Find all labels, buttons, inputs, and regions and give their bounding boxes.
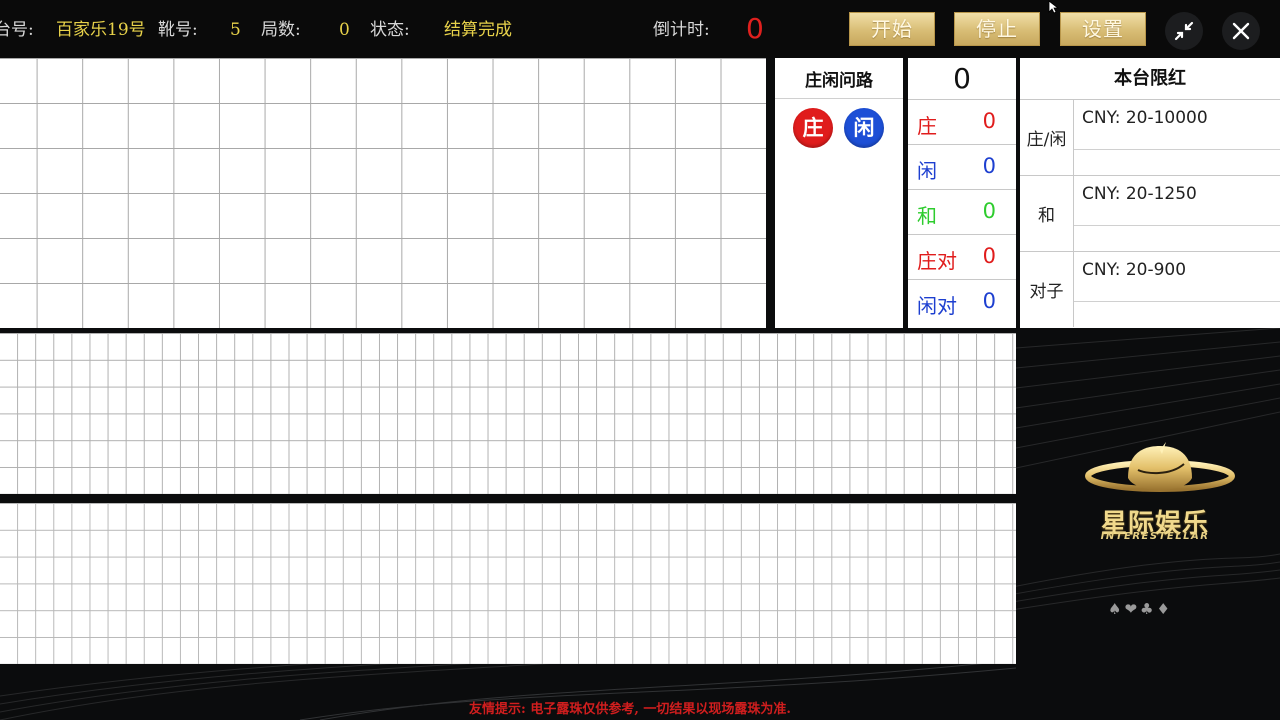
- stat-value: 0: [982, 154, 996, 178]
- collapse-button[interactable]: [1165, 12, 1203, 50]
- divider: [1074, 149, 1280, 150]
- limit-name: 庄/闲: [1020, 100, 1074, 175]
- status-label: 状态:: [370, 20, 410, 40]
- table-limits-title: 本台限红: [1020, 58, 1280, 100]
- shoe-value: 5: [230, 20, 241, 40]
- stat-row-player: 闲 0: [908, 145, 1016, 190]
- stat-value: 0: [982, 199, 996, 223]
- stat-row-player-pair: 闲对 0: [908, 280, 1016, 325]
- start-button[interactable]: 开始: [849, 12, 935, 46]
- ask-road-title: 庄闲问路: [805, 71, 873, 91]
- table-label: 台号:: [0, 20, 34, 40]
- stat-label: 庄对: [917, 249, 957, 273]
- stat-row-banker-pair: 庄对 0: [908, 235, 1016, 280]
- divider: [1074, 301, 1280, 302]
- big-road-grid: [0, 333, 1016, 494]
- derived-road-grid: [0, 503, 1016, 664]
- round-label: 局数:: [261, 20, 301, 40]
- ask-player-button[interactable]: 闲: [844, 108, 884, 148]
- stat-row-tie: 和 0: [908, 190, 1016, 235]
- ask-banker-button[interactable]: 庄: [793, 108, 833, 148]
- divider: [775, 98, 903, 99]
- stats-panel: 0 庄 0 闲 0 和 0 庄对 0 闲对 0: [908, 58, 1016, 328]
- limit-value: CNY: 20-900: [1082, 260, 1187, 280]
- countdown-label: 倒计时:: [653, 20, 710, 40]
- bead-road-grid: [0, 58, 766, 328]
- limit-row-pair: 对子 CNY: 20-900: [1020, 252, 1280, 328]
- footer-tip: 友情提示: 电子露珠仅供参考, 一切结果以现场露珠为准.: [469, 702, 791, 717]
- limit-value: CNY: 20-1250: [1082, 184, 1197, 204]
- round-value: 0: [339, 20, 350, 40]
- stop-button[interactable]: 停止: [954, 12, 1040, 46]
- settings-button[interactable]: 设置: [1060, 12, 1146, 46]
- card-suits-icon: ♠❤♣♦: [1108, 600, 1173, 618]
- stat-value: 0: [982, 244, 996, 268]
- top-bar: 台号: 百家乐19号 靴号: 5 局数: 0 状态: 结算完成 倒计时: 0 开…: [0, 0, 1280, 58]
- close-button[interactable]: [1222, 12, 1260, 50]
- limit-value: CNY: 20-10000: [1082, 108, 1208, 128]
- divider: [1074, 225, 1280, 226]
- stat-label: 闲对: [917, 294, 957, 318]
- mouse-cursor-icon: [1048, 0, 1060, 14]
- stat-value: 0: [982, 289, 996, 313]
- table-limits-panel: 本台限红 庄/闲 CNY: 20-10000 和 CNY: 20-1250 对子…: [1020, 58, 1280, 328]
- brand-subtitle: INTERESTELLAR: [1100, 531, 1210, 542]
- limit-row-tie: 和 CNY: 20-1250: [1020, 176, 1280, 252]
- status-value: 结算完成: [444, 20, 512, 40]
- stat-label: 和: [917, 204, 937, 228]
- stat-label: 庄: [917, 114, 937, 138]
- table-value: 百家乐19号: [56, 20, 146, 40]
- stats-total: 0: [908, 58, 1016, 100]
- ask-road-panel: 庄闲问路 庄 闲: [775, 58, 903, 328]
- stat-value: 0: [982, 109, 996, 133]
- stat-row-banker: 庄 0: [908, 100, 1016, 145]
- limit-row-banker-player: 庄/闲 CNY: 20-10000: [1020, 100, 1280, 176]
- shoe-label: 靴号:: [158, 20, 198, 40]
- stat-label: 闲: [917, 159, 937, 183]
- close-icon: [1232, 22, 1250, 40]
- limit-name: 和: [1020, 176, 1074, 251]
- countdown-value: 0: [746, 12, 764, 45]
- limit-name: 对子: [1020, 252, 1074, 327]
- collapse-icon: [1174, 21, 1194, 41]
